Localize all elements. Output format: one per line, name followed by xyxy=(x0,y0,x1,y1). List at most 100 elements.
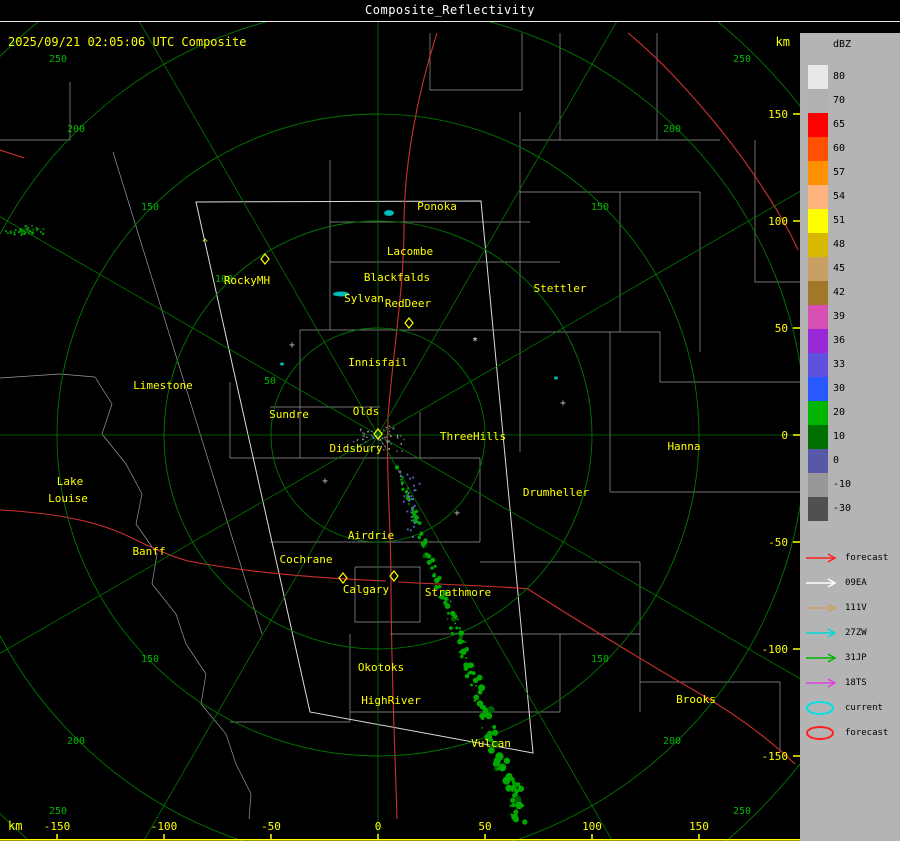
colorbar-swatch xyxy=(808,257,828,281)
reflectivity-speckle xyxy=(410,516,413,519)
reflectivity-speckle xyxy=(408,495,410,498)
reflectivity-echo xyxy=(400,478,403,481)
ground-clutter xyxy=(401,450,403,452)
ground-clutter xyxy=(382,429,385,431)
edge-echo-cluster xyxy=(42,233,45,236)
reflectivity-echo xyxy=(492,725,497,730)
legend-ellipse-icon xyxy=(806,725,834,740)
lake xyxy=(280,362,284,366)
range-ring xyxy=(0,22,800,841)
reflectivity-echo xyxy=(511,803,516,808)
reflectivity-speckle xyxy=(412,536,414,538)
reflectivity-speckle xyxy=(409,529,412,532)
range-ring-label: 200 xyxy=(663,124,681,135)
reflectivity-speckle xyxy=(413,484,415,487)
ground-clutter xyxy=(396,437,399,440)
lake xyxy=(384,210,394,216)
reflectivity-speckle xyxy=(413,504,416,507)
reflectivity-echo xyxy=(460,654,464,659)
reflectivity-echo xyxy=(481,716,485,721)
colorbar-value: 10 xyxy=(833,431,846,442)
reflectivity-echo xyxy=(463,665,469,671)
edge-echo-cluster xyxy=(9,230,12,233)
town-label: Drumheller xyxy=(523,486,590,499)
reflectivity-speckle xyxy=(406,473,409,476)
legend-arrow-icon xyxy=(806,577,837,588)
reflectivity-echo xyxy=(414,509,419,513)
reflectivity-speckle xyxy=(412,506,415,509)
reflectivity-echo xyxy=(469,683,473,687)
reflectivity-echo xyxy=(398,470,402,474)
colorbar-value: 0 xyxy=(833,455,840,466)
town-label: Limestone xyxy=(133,379,193,392)
radar-site-icon[interactable] xyxy=(404,317,414,329)
x-axis-label: 100 xyxy=(582,820,602,833)
edge-echo-cluster xyxy=(31,231,34,234)
reflectivity-speckle xyxy=(410,511,413,514)
colorbar-entry: 57 xyxy=(800,161,900,185)
edge-echo-cluster xyxy=(13,231,16,234)
colorbar-entry: -10 xyxy=(800,473,900,497)
legend-item: forecast xyxy=(800,720,900,745)
range-ring-label: 150 xyxy=(591,654,609,665)
edge-echo-cluster xyxy=(35,227,38,229)
reflectivity-echo xyxy=(510,777,515,782)
x-axis-label: -50 xyxy=(261,820,281,833)
town-label: Hanna xyxy=(667,440,700,453)
legend-arrow-icon xyxy=(806,552,837,563)
ground-clutter xyxy=(388,430,391,433)
legend-item: 18TS xyxy=(800,670,900,695)
colorbar-value: 65 xyxy=(833,119,846,130)
ground-clutter xyxy=(359,429,362,432)
range-ring-label: 200 xyxy=(67,736,85,747)
reflectivity-echo xyxy=(450,631,454,635)
window-titlebar: Composite_Reflectivity xyxy=(0,0,900,22)
timestamp: 2025/09/21 02:05:06 UTC Composite xyxy=(8,35,246,49)
town-label: Calgary xyxy=(343,583,390,596)
x-axis-label: 150 xyxy=(689,820,709,833)
colorbar-entry: 54 xyxy=(800,185,900,209)
reflectivity-echo-layer xyxy=(5,224,528,825)
radar-site-icon[interactable] xyxy=(338,572,348,584)
county-boundary xyxy=(94,376,252,820)
reflectivity-echo xyxy=(510,797,516,803)
ground-clutter xyxy=(392,428,394,430)
ground-clutter xyxy=(385,426,388,429)
colorbar-swatch xyxy=(808,377,828,401)
edge-echo-cluster xyxy=(23,233,26,236)
reflectivity-echo xyxy=(492,730,495,733)
reflectivity-echo xyxy=(423,545,427,548)
legend-item: 09EA xyxy=(800,570,900,595)
colorbar-value: 33 xyxy=(833,359,846,370)
ground-clutter xyxy=(385,439,387,442)
colorbar-swatch xyxy=(808,353,828,377)
town-label: Didsbury xyxy=(330,442,383,455)
reflectivity-echo xyxy=(512,816,520,823)
reflectivity-echo xyxy=(417,521,422,525)
edge-echo-cluster xyxy=(31,224,33,227)
colorbar-entry: 30 xyxy=(800,377,900,401)
ground-clutter xyxy=(390,435,392,437)
legend-label: 27ZW xyxy=(845,627,867,638)
ground-clutter xyxy=(399,435,402,437)
legend-label: current xyxy=(845,702,883,713)
unit-label-top: km xyxy=(776,35,790,49)
legend-arrow-icon xyxy=(806,677,837,688)
reflectivity-echo xyxy=(437,575,442,581)
reflectivity-speckle xyxy=(413,522,416,525)
town-label: Sylvan xyxy=(344,292,384,305)
colorbar-swatch xyxy=(808,161,828,185)
radar-display[interactable]: 50 100 150 200 250 150 200 250 150 200 250 150 200 25… xyxy=(0,22,800,841)
unit-label-bottom: km xyxy=(8,819,22,833)
reflectivity-echo xyxy=(400,481,405,485)
town-label: HighRiver xyxy=(361,694,421,707)
range-ring-label: 150 xyxy=(141,654,159,665)
reflectivity-echo xyxy=(464,641,467,644)
reflectivity-speckle xyxy=(412,476,415,479)
reflectivity-echo xyxy=(426,553,432,559)
reflectivity-speckle xyxy=(411,508,413,511)
ground-clutter xyxy=(388,448,390,450)
edge-echo-cluster xyxy=(20,234,23,236)
ground-clutter xyxy=(357,438,359,441)
reflectivity-echo xyxy=(479,687,482,690)
